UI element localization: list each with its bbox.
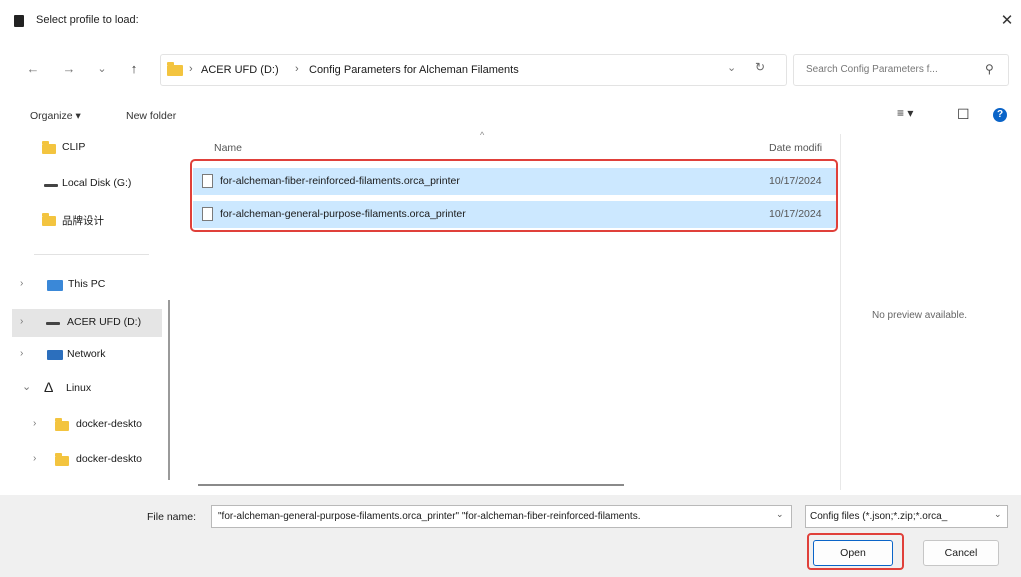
column-header-name[interactable]: Name	[214, 142, 242, 154]
open-button[interactable]: Open	[813, 540, 893, 566]
chevron-right-icon[interactable]: ›	[33, 453, 36, 464]
sort-indicator-icon: ^	[480, 130, 485, 140]
forward-icon[interactable]: →	[60, 59, 78, 79]
sidebar-item-label: This PC	[68, 278, 106, 290]
chevron-right-icon[interactable]: ›	[20, 348, 23, 359]
linux-icon: Δ	[44, 379, 54, 395]
organize-button[interactable]: Organize ▾	[30, 110, 81, 122]
up-icon[interactable]: ↑	[125, 59, 143, 79]
breadcrumb-separator: ›	[189, 63, 193, 75]
sidebar-item-label: Local Disk (G:)	[62, 177, 132, 189]
folder-icon	[42, 141, 56, 154]
folder-icon	[55, 418, 69, 431]
sidebar-divider	[34, 254, 149, 255]
sidebar-item-label: ACER UFD (D:)	[67, 316, 142, 328]
sidebar-item-network[interactable]: › Network	[0, 343, 168, 367]
search-icon: ⚲	[985, 62, 994, 76]
breadcrumb-folder[interactable]: Config Parameters for Alcheman Filaments	[309, 64, 519, 76]
chevron-right-icon[interactable]: ›	[20, 278, 23, 289]
sidebar-item-label: Network	[67, 348, 106, 360]
title-bar	[0, 0, 1021, 46]
chevron-down-icon[interactable]: ⌄	[22, 380, 31, 393]
recent-locations-chevron-icon[interactable]: ⌄	[93, 59, 111, 79]
breadcrumb-separator: ›	[295, 63, 299, 75]
folder-icon	[55, 453, 69, 466]
chevron-right-icon[interactable]: ›	[20, 316, 23, 327]
sidebar-item-label: Linux	[66, 382, 92, 394]
window-title: Select profile to load:	[36, 14, 139, 26]
drive-icon	[44, 184, 58, 187]
sidebar-item-linux[interactable]: ⌄ Δ Linux	[0, 377, 168, 401]
folder-icon	[42, 213, 56, 226]
sidebar-item-local-disk-g[interactable]: Local Disk (G:)	[0, 172, 168, 196]
navigation-pane: CLIP Local Disk (G:) 品牌设计 › This PC › AC…	[0, 134, 175, 490]
computer-icon	[47, 280, 63, 291]
new-folder-button[interactable]: New folder	[126, 110, 176, 122]
sidebar-item-label: docker-deskto	[76, 418, 142, 430]
help-icon[interactable]: ?	[993, 108, 1007, 122]
address-dropdown-icon[interactable]: ⌄	[727, 61, 736, 74]
view-options-icon[interactable]: ≡ ▾	[897, 106, 913, 120]
preview-divider	[840, 134, 841, 490]
sidebar-item-docker-desktop[interactable]: › docker-deskto	[0, 413, 168, 437]
sidebar-scrollbar[interactable]	[168, 300, 170, 480]
cancel-button[interactable]: Cancel	[923, 540, 999, 566]
refresh-icon[interactable]: ↻	[755, 60, 765, 74]
chevron-right-icon[interactable]: ›	[33, 418, 36, 429]
chevron-down-icon[interactable]: ⌄	[776, 509, 784, 520]
column-header-date-modified[interactable]: Date modifi	[769, 142, 822, 154]
search-input[interactable]: Search Config Parameters f...	[806, 64, 938, 75]
back-icon[interactable]: ←	[24, 59, 42, 79]
network-icon	[47, 350, 63, 360]
sidebar-item-clip[interactable]: CLIP	[0, 136, 168, 160]
preview-message: No preview available.	[872, 310, 968, 321]
selection-highlight-annotation	[190, 159, 838, 232]
sidebar-item-label: docker-deskto	[76, 453, 142, 465]
breadcrumb-drive[interactable]: ACER UFD (D:)	[201, 64, 279, 76]
sidebar-item-brand-design[interactable]: 品牌设计	[0, 208, 168, 232]
horizontal-scrollbar[interactable]	[198, 484, 624, 486]
sidebar-item-this-pc[interactable]: › This PC	[0, 273, 168, 297]
drive-icon	[46, 322, 60, 325]
sidebar-item-label: 品牌设计	[62, 215, 104, 227]
sidebar-item-label: CLIP	[62, 141, 86, 153]
folder-icon	[167, 62, 183, 76]
app-icon	[14, 15, 24, 27]
sidebar-item-acer-ufd[interactable]: › ACER UFD (D:)	[12, 309, 162, 337]
chevron-down-icon[interactable]: ⌄	[994, 509, 1002, 520]
preview-pane-icon[interactable]: ☐	[957, 106, 970, 123]
close-icon[interactable]: ✕	[996, 10, 1018, 32]
file-name-value[interactable]: "for-alcheman-general-purpose-filaments.…	[218, 511, 776, 522]
file-type-value[interactable]: Config files (*.json;*.zip;*.orca_	[810, 511, 990, 522]
file-name-label: File name:	[147, 511, 197, 523]
sidebar-item-docker-desktop-data[interactable]: › docker-deskto	[0, 448, 168, 472]
